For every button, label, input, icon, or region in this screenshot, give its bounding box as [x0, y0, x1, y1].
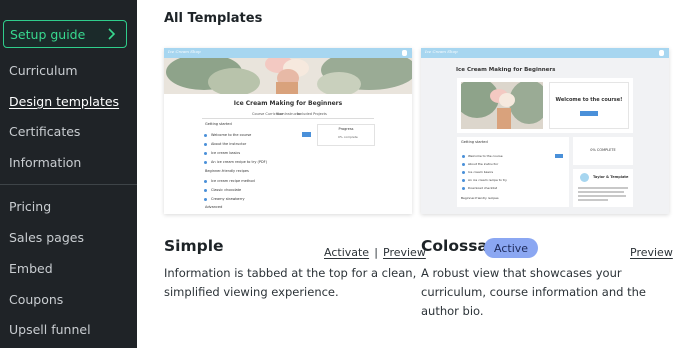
activate-link[interactable]: Activate [324, 246, 369, 259]
lesson-dot [204, 161, 207, 164]
sidebar-item-upsell-funnel[interactable]: Upsell funnel [9, 322, 91, 337]
thumb-start-small [555, 154, 563, 158]
sidebar-item-information[interactable]: Information [9, 155, 81, 170]
simple-template-thumbnail[interactable]: Ice Cream Shop Ice Cream Making for Begi… [164, 48, 412, 214]
sidebar: Setup guide Curriculum Design templates … [0, 0, 137, 348]
thumb-start-button [580, 111, 598, 116]
simple-preview-link[interactable]: Preview [383, 246, 426, 259]
thumb-course-title: Ice Cream Making for Beginners [456, 67, 556, 73]
thumb-lesson: Ice cream recipe method [211, 179, 255, 183]
thumb-welcome-box: Welcome to the course! [549, 82, 629, 129]
lesson-dot [204, 143, 207, 146]
active-badge: Active [484, 238, 539, 258]
thumb-lesson: Welcome to the course [468, 154, 503, 158]
page-title: All Templates [164, 11, 263, 26]
avatar-icon [659, 50, 664, 56]
setup-guide-button[interactable]: Setup guide [3, 20, 127, 48]
thumb-logo: Ice Cream Shop [168, 49, 201, 54]
author-bio-line [578, 199, 608, 201]
thumb-welcome-text: Welcome to the course! [555, 97, 623, 103]
author-avatar [580, 173, 589, 182]
chevron-right-icon [108, 28, 116, 40]
thumb-header-bar [164, 48, 412, 58]
sidebar-divider [0, 184, 137, 185]
hero-image [461, 82, 543, 129]
author-bio-line [578, 195, 626, 197]
thumb-progress-label: Progress [338, 127, 354, 131]
lesson-dot [462, 171, 465, 174]
description-line: simplified viewing experience. [164, 285, 339, 299]
description-line: A robust view that showcases your [421, 266, 622, 280]
thumb-logo: Ice Cream Shop [425, 49, 458, 54]
thumb-lesson: About the instructor [211, 142, 247, 146]
hero-image [164, 58, 412, 94]
sidebar-item-sales-pages[interactable]: Sales pages [9, 230, 84, 245]
thumb-curriculum-card: Getting started Welcome to the course Ab… [457, 137, 569, 207]
avatar-icon [402, 50, 407, 56]
author-bio-line [578, 187, 628, 189]
main-content: All Templates Ice Cream Shop Ice Cream M… [137, 0, 680, 348]
lesson-dot [204, 198, 207, 201]
colossal-preview-link[interactable]: Preview [630, 246, 673, 259]
colossal-template-name: Colossal [421, 237, 494, 255]
thumb-section-3: Advanced [205, 205, 223, 209]
thumb-lesson: An ice cream recipe to try (PDF) [211, 160, 268, 164]
thumb-lesson: Download checklist [468, 186, 498, 190]
thumb-progress-box: Progress 0% complete [317, 124, 375, 146]
thumb-lesson: An ice cream recipe to try [468, 178, 507, 182]
thumb-section-1: Getting started [461, 140, 488, 144]
thumb-progress-value: 0% complete [338, 135, 358, 139]
author-bio-line [578, 191, 624, 193]
description-line: author bio. [421, 304, 484, 318]
description-line: Information is tabbed at the top for a c… [164, 266, 417, 280]
sidebar-item-coupons[interactable]: Coupons [9, 292, 63, 307]
colossal-template-actions: Preview [630, 241, 673, 260]
colossal-template-description: A robust view that showcases your curric… [421, 264, 646, 321]
thumb-lesson: Classic chocolate [211, 188, 242, 192]
thumb-lesson: Ice cream basics [211, 151, 241, 155]
thumb-section-2: Beginner-friendly recipes [461, 196, 499, 200]
lesson-dot [462, 179, 465, 182]
sidebar-item-curriculum[interactable]: Curriculum [9, 63, 78, 78]
simple-template-actions: Activate | Preview [324, 241, 426, 260]
sidebar-item-embed[interactable]: Embed [9, 261, 53, 276]
thumb-author-name: Taylor & Template [593, 175, 629, 179]
lesson-dot [204, 134, 207, 137]
lesson-dot [462, 155, 465, 158]
lesson-dot [204, 189, 207, 192]
thumb-lesson: Creamy strawberry [211, 197, 245, 201]
setup-guide-label: Setup guide [10, 26, 86, 42]
colossal-template-thumbnail[interactable]: Ice Cream Shop Ice Cream Making for Begi… [421, 48, 669, 214]
thumb-header-bar [421, 48, 669, 58]
sidebar-item-pricing[interactable]: Pricing [9, 199, 51, 214]
lesson-dot [204, 152, 207, 155]
thumb-tab-underline [202, 118, 374, 119]
thumb-tab-projects: Included Projects [297, 112, 327, 116]
thumb-lesson: Welcome to the course [211, 133, 252, 137]
sidebar-item-certificates[interactable]: Certificates [9, 124, 80, 139]
thumb-author-box: Taylor & Template [573, 169, 633, 207]
link-separator: | [374, 246, 378, 259]
thumb-progress-box: 0% COMPLETE [573, 137, 633, 165]
description-line: curriculum, course information and the [421, 285, 646, 299]
simple-template-name: Simple [164, 237, 224, 255]
simple-template-description: Information is tabbed at the top for a c… [164, 264, 416, 302]
lesson-dot [462, 163, 465, 166]
lesson-dot [204, 180, 207, 183]
thumb-section-2: Beginner-friendly recipes [205, 169, 249, 173]
thumb-lesson: About the instructor [468, 162, 499, 166]
thumb-section-1: Getting started [205, 122, 232, 126]
sidebar-item-design-templates[interactable]: Design templates [9, 94, 119, 109]
thumb-course-title: Ice Cream Making for Beginners [233, 100, 343, 107]
thumb-start-button [302, 132, 311, 137]
thumb-lesson: Ice cream basics [468, 170, 494, 174]
thumb-progress-value: 0% COMPLETE [590, 148, 616, 152]
lesson-dot [462, 187, 465, 190]
